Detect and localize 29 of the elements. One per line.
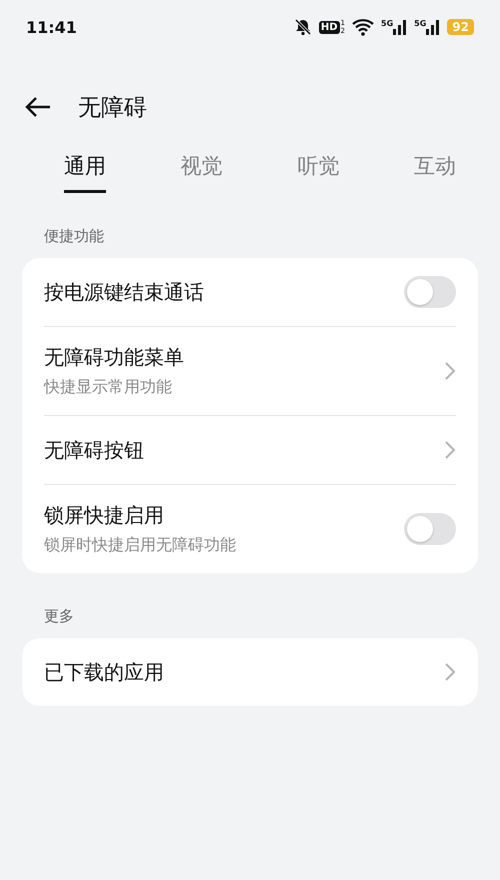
network-type: 5G bbox=[381, 19, 394, 28]
tab[interactable]: 互动 bbox=[414, 152, 456, 193]
setting-label[interactable]: 按电源键结束通话 bbox=[44, 278, 204, 306]
chevron-icon[interactable] bbox=[444, 440, 456, 460]
tab[interactable]: 通用 bbox=[64, 152, 106, 193]
setting-label[interactable]: 锁屏快捷启用 bbox=[44, 502, 236, 529]
battery-level: 92 bbox=[447, 19, 474, 35]
chevron-icon[interactable] bbox=[444, 662, 456, 682]
toggle-switch[interactable] bbox=[404, 276, 456, 308]
tab[interactable]: 听觉 bbox=[297, 152, 340, 193]
signal-icon bbox=[393, 19, 408, 35]
chevron-icon[interactable] bbox=[444, 361, 456, 381]
muted-bell-icon bbox=[294, 18, 312, 36]
status-time: 11:41 bbox=[26, 18, 77, 36]
wifi-icon bbox=[352, 18, 374, 36]
setting-description: 锁屏时快捷启用无障碍功能 bbox=[44, 535, 236, 556]
section-header: 便捷功能 bbox=[43, 226, 105, 247]
setting-label[interactable]: 已下载的应用 bbox=[44, 658, 164, 686]
network-type: 5G bbox=[414, 19, 426, 28]
page-title: 无障碍 bbox=[78, 94, 147, 122]
setting-description: 快捷显示常用功能 bbox=[44, 377, 173, 398]
setting-label[interactable]: 无障碍功能菜单 bbox=[44, 344, 184, 371]
signal-icon bbox=[426, 19, 440, 35]
toggle-switch[interactable] bbox=[404, 513, 456, 545]
setting-label[interactable]: 无障碍按钮 bbox=[44, 436, 144, 464]
hd-badge: HD bbox=[318, 20, 340, 34]
section-header: 更多 bbox=[43, 606, 75, 627]
tab[interactable]: 视觉 bbox=[180, 152, 223, 193]
back-button[interactable] bbox=[24, 96, 52, 118]
